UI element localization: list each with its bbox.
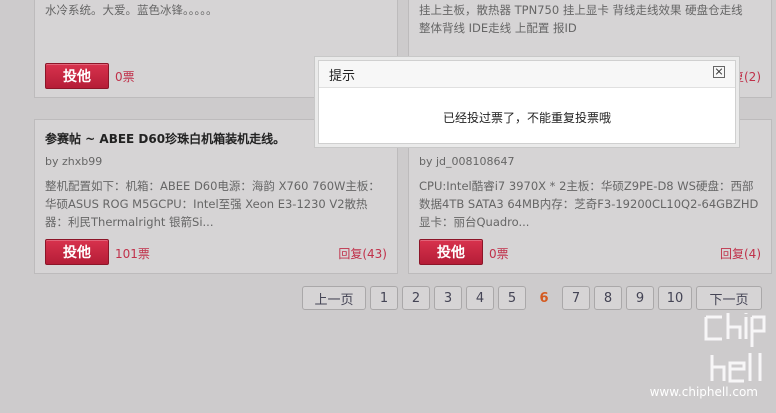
dialog-message: 已经投过票了，不能重复投票哦 bbox=[442, 111, 611, 125]
vote-count: 0票 bbox=[115, 70, 135, 84]
page-link[interactable]: 7 bbox=[562, 286, 590, 310]
page-link[interactable]: 8 bbox=[594, 286, 622, 310]
entry-description-line: 挂上主板，散热器 TPN750 挂上显卡 背线走线效果 硬盘仓走线 bbox=[419, 3, 743, 17]
page-link[interactable]: 9 bbox=[626, 286, 654, 310]
page-link[interactable]: 4 bbox=[466, 286, 494, 310]
next-page-button[interactable]: 下一页 bbox=[696, 286, 762, 310]
watermark-url: www.chiphell.com bbox=[649, 385, 758, 399]
page-link[interactable]: 2 bbox=[402, 286, 430, 310]
entry-author[interactable]: by jd_008108647 bbox=[419, 155, 515, 168]
entry-title[interactable]: 参赛帖 ~ ABEE D60珍珠白机箱装机走线。 bbox=[45, 130, 285, 147]
vote-count: 101票 bbox=[115, 247, 150, 261]
chiphell-logo bbox=[698, 309, 768, 393]
vote-count: 0票 bbox=[489, 247, 509, 261]
page-link[interactable]: 5 bbox=[498, 286, 526, 310]
dialog-title: 提示 bbox=[329, 69, 356, 84]
entry-description: CPU:Intel酷睿i7 3970X * 2主板：华硕Z9PE-D8 WS硬盘… bbox=[419, 177, 764, 231]
entry-author[interactable]: by zhxb99 bbox=[45, 155, 102, 168]
entry-description-line: 显卡：丽台Quadro... bbox=[419, 215, 530, 229]
dialog-header: 提示 bbox=[319, 61, 735, 88]
entry-description-line: 华硕ASUS ROG M5GCPU：Intel至强 Xeon E3-1230 V… bbox=[45, 197, 368, 211]
entry-description-line: 数据4TB SATA3 64MB内存：芝奇F3-19200CL10Q2-64GB… bbox=[419, 197, 759, 211]
vote-button[interactable]: 投他 bbox=[419, 239, 483, 265]
vote-button[interactable]: 投他 bbox=[45, 63, 109, 89]
reply-link[interactable]: 回复(4) bbox=[720, 245, 761, 262]
entry-description: 水冷系统。大爱。蓝色冰锋。。。。。 bbox=[45, 3, 218, 17]
alert-dialog: 提示 已经投过票了，不能重复投票哦 bbox=[314, 56, 740, 148]
entry-description-line: 整机配置如下：机箱：ABEE D60电源：海韵 X760 760W主板： bbox=[45, 179, 380, 193]
page-link[interactable]: 1 bbox=[370, 286, 398, 310]
entry-description: 挂上主板，散热器 TPN750 挂上显卡 背线走线效果 硬盘仓走线 整体背线 I… bbox=[419, 1, 764, 37]
page-link[interactable]: 3 bbox=[434, 286, 462, 310]
entry-description-line: CPU:Intel酷睿i7 3970X * 2主板：华硕Z9PE-D8 WS硬盘… bbox=[419, 179, 754, 193]
close-icon[interactable] bbox=[713, 66, 725, 78]
reply-link[interactable]: 回复(43) bbox=[338, 245, 387, 262]
entry-description-line: 器：利民Thermalright 银箭Si... bbox=[45, 215, 214, 229]
prev-page-button[interactable]: 上一页 bbox=[302, 286, 366, 310]
page-link[interactable]: 10 bbox=[658, 286, 692, 310]
entry-description: 整机配置如下：机箱：ABEE D60电源：海韵 X760 760W主板： 华硕A… bbox=[45, 177, 390, 231]
vote-button[interactable]: 投他 bbox=[45, 239, 109, 265]
chiphell-logo-icon bbox=[704, 313, 766, 383]
entry-description-line: 整体背线 IDE走线 上配置 报ID bbox=[419, 21, 577, 35]
current-page: 6 bbox=[539, 290, 549, 306]
dialog-body: 提示 已经投过票了，不能重复投票哦 bbox=[318, 60, 736, 144]
site-watermark: www.chiphell.com bbox=[598, 309, 768, 399]
